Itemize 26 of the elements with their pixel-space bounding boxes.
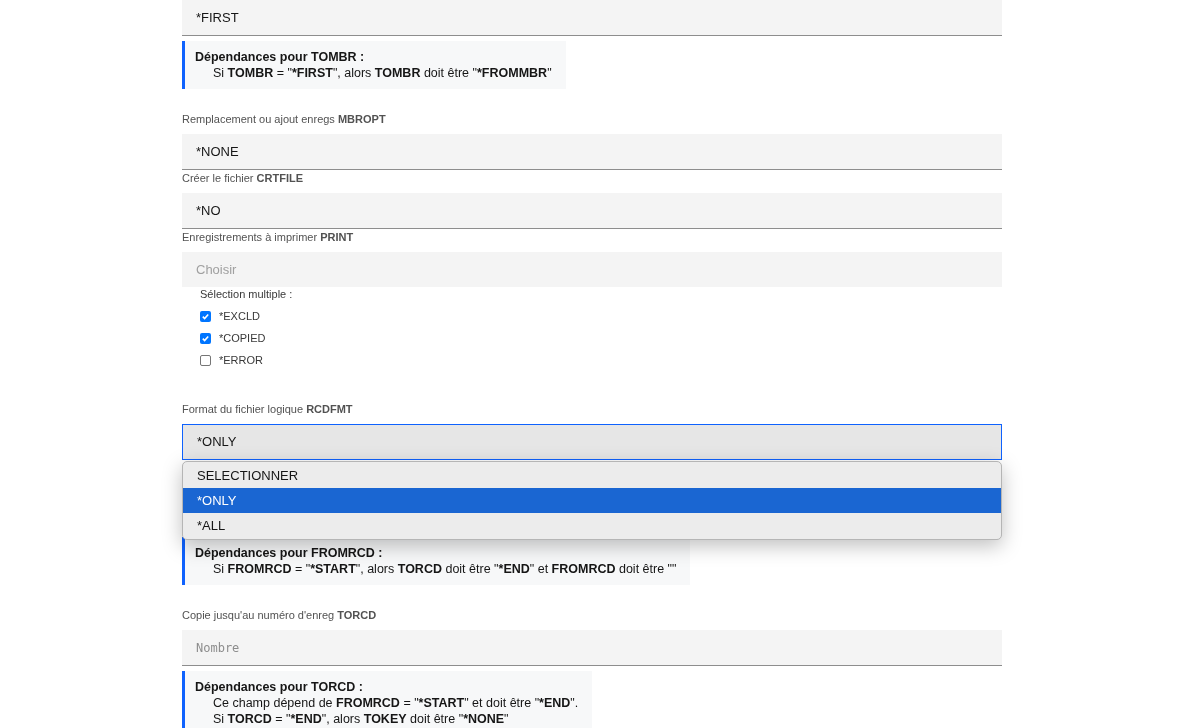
dropdown-option[interactable]: SELECTIONNER	[183, 463, 1001, 488]
field-label: Format du fichier logique RCDFMT	[182, 402, 354, 417]
dropdown-option[interactable]: *ONLY	[183, 488, 1001, 513]
dependency-title: Dépendances pour TOMBR :	[195, 49, 366, 65]
dependency-text: Si TOMBR = "*FIRST", alors TOMBR doit être "*FROMMBR"	[212, 65, 552, 81]
field-label: Copie jusqu'au numéro d'enreg TORCD	[182, 608, 378, 623]
input-field[interactable]: *NO	[182, 193, 1002, 229]
multi-select-caption: Sélection multiple :	[200, 288, 294, 301]
checkbox[interactable]	[200, 355, 211, 366]
input-field[interactable]: *FIRST	[182, 0, 1002, 36]
checkbox[interactable]	[200, 333, 211, 344]
field-label: Enregistrements à imprimer PRINT	[182, 230, 355, 245]
checkbox-label: *EXCLD	[219, 309, 260, 325]
input-field[interactable]: *NONE	[182, 134, 1002, 170]
field-label: Remplacement ou ajout enregs MBROPT	[182, 112, 387, 127]
dependency-title: Dépendances pour FROMRCD :	[195, 545, 384, 561]
checkbox-label: *COPIED	[219, 331, 266, 347]
field-label: Créer le fichier CRTFILE	[182, 171, 305, 186]
dropdown-option[interactable]: *ALL	[183, 513, 1001, 538]
checkbox[interactable]	[200, 311, 211, 322]
dependency-text: Ce champ dépend de FROMRCD = "*START" et doit être "*END".	[212, 695, 579, 711]
checkbox-label: *ERROR	[219, 353, 263, 369]
dependency-title: Dépendances pour TORCD :	[195, 679, 364, 695]
dependency-text: Si TORCD = "*END", alors TOKEY doit être "*NONE"	[212, 711, 510, 727]
dependency-text: Si FROMRCD = "*START", alors TORCD doit être "*END" et FROMRCD doit être ""	[212, 561, 677, 577]
select-field[interactable]: *ONLY	[182, 424, 1002, 460]
